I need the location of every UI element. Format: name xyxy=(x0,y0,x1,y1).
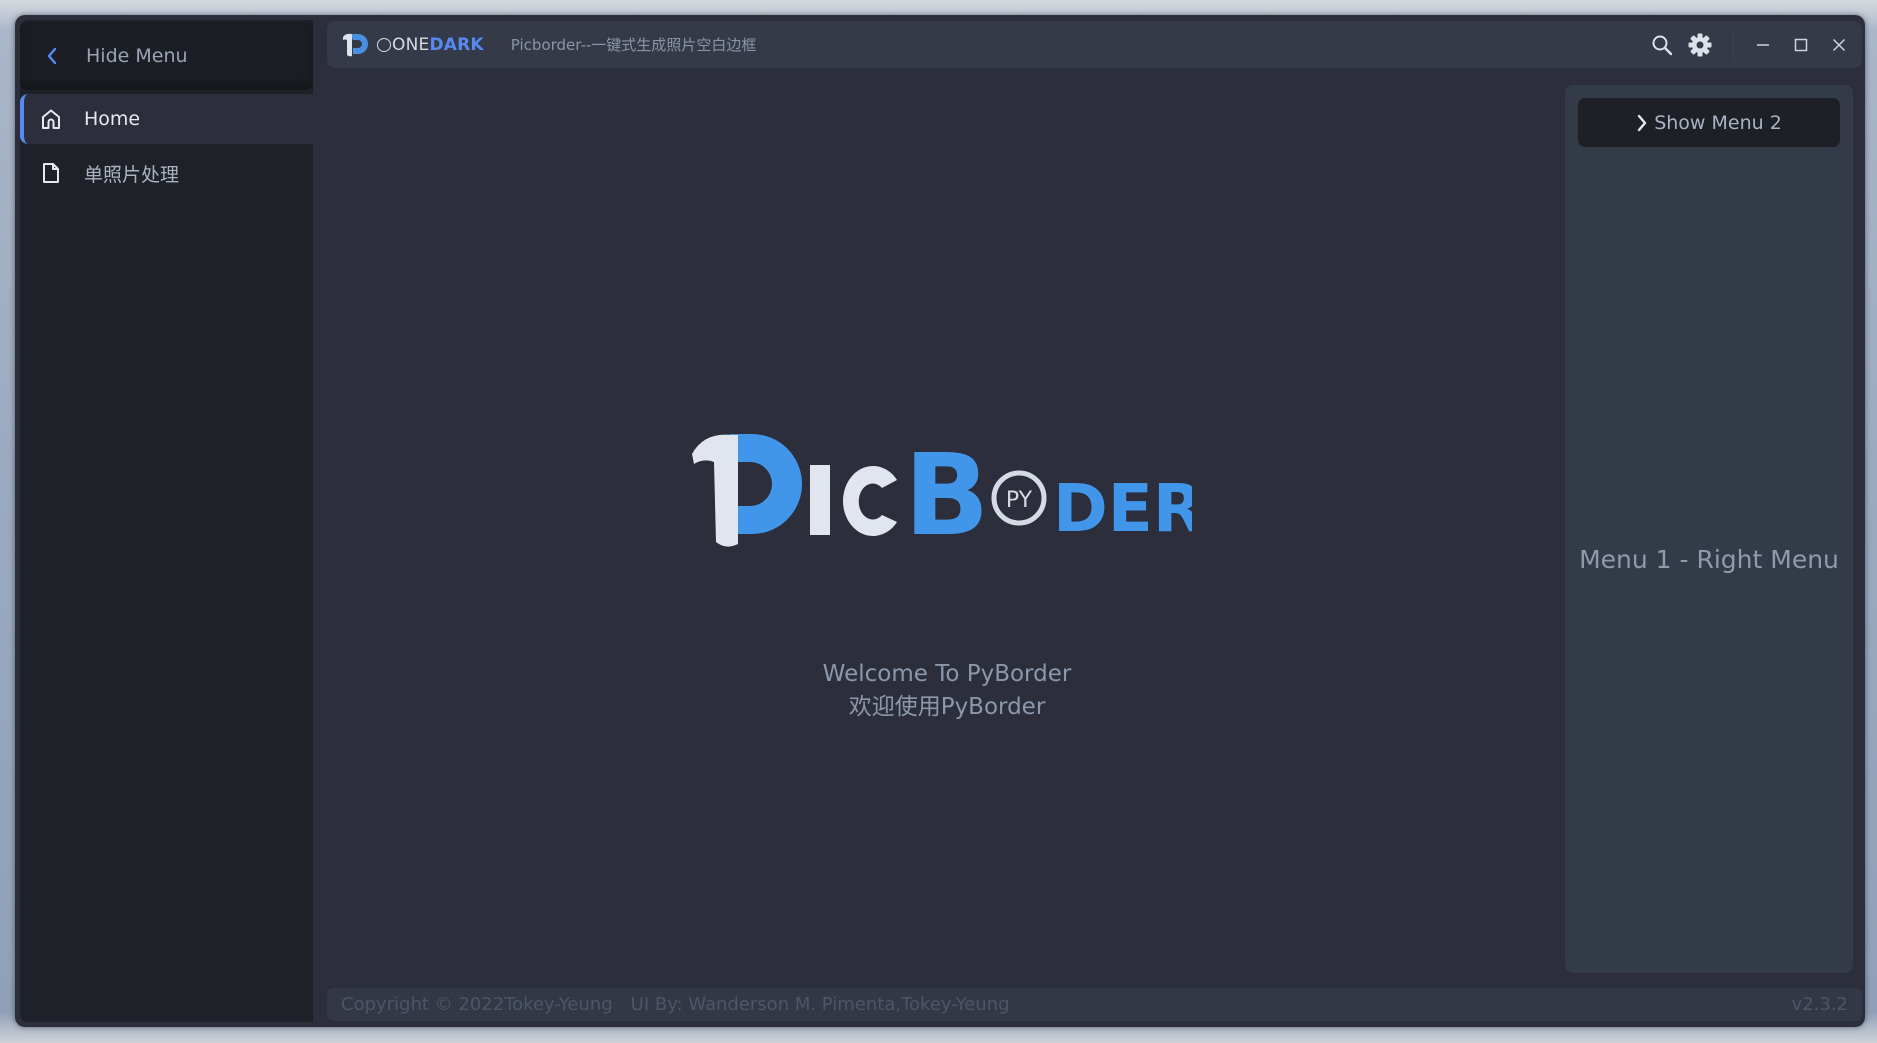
picborder-logo: B PY DER xyxy=(692,431,1204,561)
logo-b: B xyxy=(904,432,989,557)
show-menu-2-label: Show Menu 2 xyxy=(1654,111,1782,134)
left-menu: Hide Menu Home 单照片处理 xyxy=(20,20,320,1022)
footer-bar: Copyright © 2022Tokey-Yeung UI By: Wander… xyxy=(327,988,1862,1021)
sidebar-item-single-photo[interactable]: 单照片处理 xyxy=(20,148,179,198)
home-icon xyxy=(39,107,63,131)
title-bar-divider xyxy=(1733,29,1734,60)
hide-menu-label: Hide Menu xyxy=(86,45,188,67)
right-menu-text: Menu 1 - Right Menu xyxy=(1579,545,1839,574)
version-label: v2.3.2 xyxy=(1791,994,1848,1015)
hide-menu-button[interactable]: Hide Menu xyxy=(20,22,313,90)
settings-gear-icon xyxy=(1688,33,1712,56)
sidebar-item-label: 单照片处理 xyxy=(84,163,180,186)
logo-der: DER xyxy=(1053,470,1192,547)
logo-p-white xyxy=(692,434,738,547)
welcome-text-en: Welcome To PyBorder xyxy=(822,661,1072,687)
chevron-left-icon xyxy=(46,47,66,65)
chevron-right-icon xyxy=(1636,114,1648,132)
logo-c xyxy=(843,466,897,536)
right-menu-panel: Show Menu 2 Menu 1 - Right Menu xyxy=(1565,85,1853,973)
sidebar-item-label: Home xyxy=(84,108,141,130)
welcome-text-cn: 欢迎使用PyBorder xyxy=(848,694,1046,720)
maximize-icon xyxy=(1794,38,1808,51)
close-button[interactable] xyxy=(1820,26,1858,64)
show-menu-2-button[interactable]: Show Menu 2 xyxy=(1578,98,1840,147)
brand-ring-icon xyxy=(377,37,391,52)
brand-one: ONE xyxy=(392,34,430,55)
ui-credits-text: UI By: Wanderson M. Pimenta,Tokey-Yeung xyxy=(630,994,1010,1015)
brand-dark: DARK xyxy=(429,34,484,55)
main-content: B PY DER Welcome To PyBorder 欢迎使用PyBorde… xyxy=(327,77,1567,987)
search-button[interactable] xyxy=(1643,26,1681,64)
app-title: Picborder--一键式生成照片空白边框 xyxy=(510,36,757,54)
title-bar[interactable]: ONE DARK Picborder--一键式生成照片空白边框 xyxy=(327,21,1862,68)
minimize-button[interactable] xyxy=(1744,26,1782,64)
title-bar-actions xyxy=(1643,21,1862,68)
close-icon xyxy=(1832,38,1846,51)
credits: Copyright © 2022Tokey-Yeung UI By: Wander… xyxy=(341,994,1010,1015)
settings-button[interactable] xyxy=(1681,26,1719,64)
copyright-text: Copyright © 2022Tokey-Yeung xyxy=(341,994,613,1015)
sidebar-item-home[interactable]: Home xyxy=(20,94,320,144)
minimize-icon xyxy=(1757,43,1769,46)
logo-p-blue xyxy=(730,434,802,534)
logo-i xyxy=(810,465,830,535)
maximize-button[interactable] xyxy=(1782,26,1820,64)
app-window: Hide Menu Home 单照片处理 ONE DARK Picborder-… xyxy=(15,15,1865,1027)
logo-py-badge: PY xyxy=(1006,488,1033,513)
file-icon xyxy=(39,161,63,185)
app-logo-icon xyxy=(339,30,369,60)
search-icon xyxy=(1652,35,1673,55)
brand-logo: ONE DARK xyxy=(377,35,484,55)
